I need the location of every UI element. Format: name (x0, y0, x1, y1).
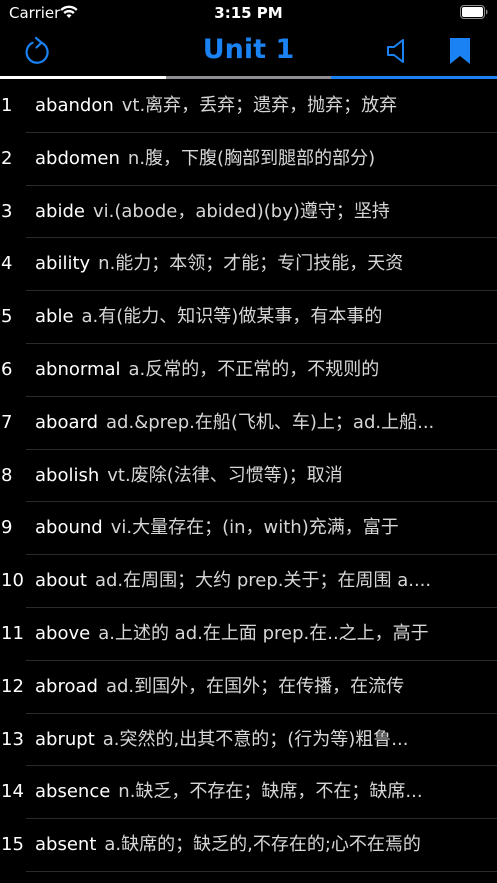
word-row[interactable]: 8 abolish vt.废除(法律、习惯等)；取消 (0, 450, 497, 503)
word-row[interactable]: 2 abdomen n.腹，下腹(胸部到腿部的部分) (0, 133, 497, 186)
word-term: about (35, 570, 87, 592)
nav-bar: Unit 1 (0, 28, 497, 76)
word-definition: a.有(能力、知识等)做某事，有本事的 (81, 306, 383, 328)
word-index: 10 (1, 570, 24, 592)
word-definition: n.能力；本领；才能；专门技能，天资 (98, 253, 404, 275)
word-definition: vt.离弃，丢弃；遗弃，抛弃；放弃 (121, 95, 398, 116)
word-term: abnormal (35, 358, 121, 380)
word-definition: ad.到国外，在国外；在传播，在流传 (105, 675, 405, 697)
word-list: 1 abandon vt.离弃，丢弃；遗弃，抛弃；放弃 2 abdomen n.腹，… (0, 80, 497, 872)
word-term: ability (35, 253, 91, 275)
word-row[interactable]: 10 about ad.在周围；大约 prep.关于；在周围 a.... (0, 555, 497, 608)
word-definition: ad.&prep.在船(飞机、车)上；ad.上船... (106, 411, 435, 433)
word-definition: a.缺席的；缺乏的,不存在的;心不在焉的 (104, 834, 421, 856)
word-definition: n.腹，下腹(胸部到腿部的部分) (127, 147, 376, 169)
word-term: absent (35, 834, 97, 856)
word-term: abrupt (35, 728, 95, 750)
word-index: 2 (1, 147, 13, 169)
word-term: abdomen (35, 147, 120, 169)
word-definition: a.反常的，不正常的，不规则的 (128, 358, 380, 380)
word-index: 4 (1, 253, 13, 275)
word-definition: a.突然的,出其不意的；(行为等)粗鲁... (102, 728, 409, 750)
word-term: aboard (35, 411, 99, 433)
word-term: above (35, 622, 91, 644)
battery-icon (460, 5, 488, 19)
bookmark-button[interactable] (443, 34, 477, 68)
word-row[interactable]: 14 absence n.缺乏，不存在；缺席，不在；缺席... (0, 766, 497, 820)
word-index: 7 (1, 411, 13, 433)
word-row[interactable]: 4 ability n.能力；本领；才能；专门技能，天资 (0, 238, 497, 292)
word-definition: vi.(abode，abided)(by)遵守；坚持 (92, 200, 390, 222)
word-definition: vi.大量存在；(in，with)充满，富于 (110, 517, 399, 539)
word-term: abide (35, 200, 85, 222)
speaker-button[interactable] (380, 34, 414, 68)
page-title: Unit 1 (202, 34, 295, 65)
status-bar: Carrier 3:15 PM (0, 0, 497, 28)
word-index: 12 (1, 675, 24, 697)
word-row[interactable]: 13 abrupt a.突然的,出其不意的；(行为等)粗鲁... (0, 714, 497, 767)
word-row[interactable]: 5 able a.有(能力、知识等)做某事，有本事的 (0, 291, 497, 344)
word-index: 6 (1, 358, 13, 380)
word-definition: ad.在周围；大约 prep.关于；在周围 a.... (94, 570, 432, 592)
word-index: 1 (1, 95, 13, 116)
word-definition: vt.废除(法律、习惯等)；取消 (107, 464, 343, 486)
word-row[interactable]: 1 abandon vt.离弃，丢弃；遗弃，抛弃；放弃 (0, 80, 497, 133)
word-term: able (35, 306, 74, 328)
word-index: 3 (1, 200, 13, 222)
word-row[interactable]: 15 absent a.缺席的；缺乏的,不存在的;心不在焉的 (0, 819, 497, 872)
word-term: abolish (35, 464, 100, 486)
word-row[interactable]: 3 abide vi.(abode，abided)(by)遵守；坚持 (0, 186, 497, 239)
word-row[interactable]: 11 above a.上述的 ad.在上面 prep.在..之上，高于 (0, 608, 497, 661)
word-definition: n.缺乏，不存在；缺席，不在；缺席... (118, 781, 423, 803)
word-row[interactable]: 9 abound vi.大量存在；(in，with)充满，富于 (0, 502, 497, 556)
tab-indicator-segment (165, 76, 332, 79)
tab-indicator-segment (0, 76, 166, 79)
word-term: abandon (35, 95, 114, 116)
word-term: absence (35, 781, 111, 803)
tab-indicator-segment (331, 76, 497, 79)
speaker-icon (387, 39, 404, 63)
bookmark-icon (450, 38, 470, 64)
row-divider (26, 870, 497, 872)
word-index: 5 (1, 306, 13, 328)
word-row[interactable]: 6 abnormal a.反常的，不正常的，不规则的 (0, 344, 497, 397)
word-row[interactable]: 12 abroad ad.到国外，在国外；在传播，在流传 (0, 661, 497, 714)
status-time: 3:15 PM (214, 4, 283, 22)
word-index: 8 (1, 464, 13, 486)
word-index: 14 (1, 781, 24, 803)
word-definition: a.上述的 ad.在上面 prep.在..之上，高于 (98, 622, 429, 644)
word-index: 15 (1, 834, 24, 856)
word-index: 11 (1, 622, 24, 644)
word-index: 13 (1, 728, 24, 750)
word-term: abound (35, 517, 103, 539)
word-term: abroad (35, 675, 98, 697)
word-index: 9 (1, 517, 13, 539)
word-row[interactable]: 7 aboard ad.&prep.在船(飞机、车)上；ad.上船... (0, 397, 497, 450)
